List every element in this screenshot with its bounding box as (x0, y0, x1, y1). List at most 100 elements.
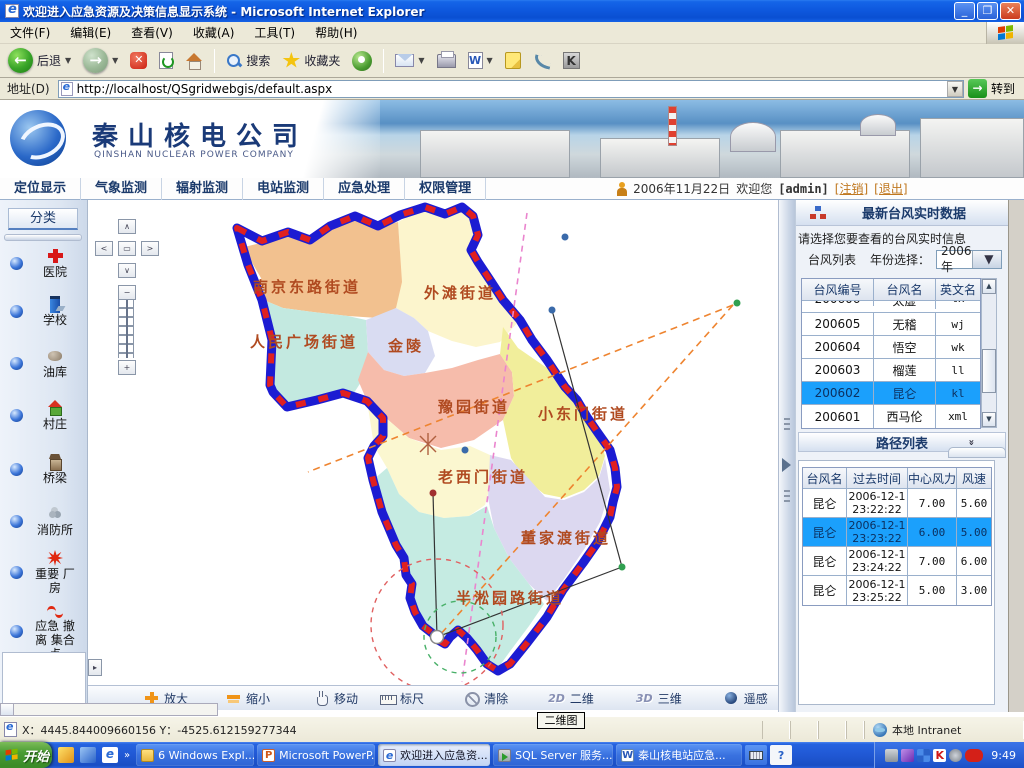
back-button[interactable]: ← 后退▼ (4, 46, 75, 75)
tray-antivirus-icon[interactable]: K (933, 749, 946, 762)
category-title[interactable]: 分类 (8, 208, 78, 230)
track-point[interactable] (562, 234, 569, 241)
year-select[interactable]: 2006年 ▼ (936, 250, 1002, 269)
collapse-panel-arrow[interactable] (782, 458, 791, 472)
toggle-sphere-icon[interactable] (10, 305, 23, 318)
typhoon-center-marker[interactable] (431, 631, 444, 644)
full-extent-button[interactable]: ▭ (118, 241, 136, 256)
tab-radiation[interactable]: 辐射监测 (162, 178, 243, 200)
pan-left-button[interactable]: < (95, 241, 113, 256)
search-button[interactable]: 搜索 (222, 50, 274, 71)
ime-help-button[interactable]: ? (770, 745, 792, 765)
logout-link[interactable]: [注销] (835, 180, 868, 197)
go-button[interactable]: → 转到 (968, 79, 1021, 98)
input-method-button[interactable] (745, 745, 767, 765)
toggle-sphere-icon[interactable] (10, 463, 23, 476)
toggle-sphere-icon[interactable] (10, 409, 23, 422)
refresh-button[interactable] (155, 50, 177, 71)
track-point[interactable] (734, 300, 741, 307)
track-point[interactable] (462, 447, 469, 454)
taskbar-window-sql-server[interactable]: SQL Server 服务... (493, 744, 613, 766)
table-row-selected[interactable]: 昆仑 2006-12-1 23:23:22 6.00 5.00 (803, 518, 991, 547)
table-row-selected[interactable]: 200602 昆仑 kl (802, 382, 980, 405)
tab-emergency[interactable]: 应急处理 (324, 178, 405, 200)
tray-volume-icon[interactable] (949, 749, 962, 762)
sidebar-expand-button[interactable]: ▸ (88, 659, 102, 676)
table-row[interactable]: 200606 太虚 tx (802, 301, 980, 313)
sidebar-item-school[interactable]: 学校 (0, 296, 88, 327)
track-point[interactable] (549, 307, 556, 314)
year-dropdown-icon[interactable]: ▼ (972, 251, 1001, 268)
track-point[interactable] (430, 490, 437, 497)
tray-sql-icon[interactable] (885, 749, 898, 762)
frame-horizontal-scrollbar[interactable] (0, 703, 218, 716)
scroll-thumb[interactable] (982, 349, 996, 393)
forward-button[interactable]: →▼ (79, 46, 122, 75)
pan-right-button[interactable]: > (141, 241, 159, 256)
messenger-button[interactable] (501, 50, 525, 71)
quick-launch-overflow-icon[interactable]: » (124, 750, 130, 761)
toggle-sphere-icon[interactable] (10, 257, 23, 270)
remote-sensing-tool[interactable]: 遥感 (724, 690, 768, 707)
research-button[interactable] (529, 52, 555, 70)
stop-button[interactable]: ✕ (126, 50, 151, 71)
antivirus-button[interactable]: K (559, 50, 584, 71)
menu-help[interactable]: 帮助(H) (305, 24, 367, 41)
table-row[interactable]: 200604 悟空 wk (802, 336, 980, 359)
tray-ati-icon[interactable] (965, 749, 983, 762)
sidebar-item-hospital[interactable]: 医院 (0, 248, 88, 279)
zoom-slider[interactable] (118, 300, 134, 358)
track-point[interactable] (619, 564, 626, 571)
toggle-sphere-icon[interactable] (10, 515, 23, 528)
close-button[interactable]: ✕ (1000, 2, 1021, 20)
scroll-up-icon[interactable]: ▲ (982, 279, 996, 294)
exit-link[interactable]: [退出] (874, 180, 907, 197)
tray-network-icon[interactable] (917, 749, 930, 762)
table-row[interactable]: 200605 无稽 wj (802, 313, 980, 336)
ruler-tool[interactable]: 标尺 (380, 690, 424, 707)
map-viewport[interactable]: 南京东路街道 外滩街道 人民广场街道 金陵 豫园街道 小东门街道 老西门街道 董… (88, 200, 778, 712)
minimize-button[interactable]: _ (954, 2, 975, 20)
start-button[interactable]: 开始 (0, 742, 52, 768)
sidebar-item-oil-depot[interactable]: 油库 (0, 348, 88, 379)
toggle-sphere-icon[interactable] (10, 357, 23, 370)
menu-favorites[interactable]: 收藏(A) (183, 24, 245, 41)
menu-tools[interactable]: 工具(T) (244, 24, 305, 41)
typhoon-table-scrollbar[interactable]: ▲ ▼ (981, 278, 997, 428)
home-button[interactable] (181, 51, 207, 71)
edit-word-button[interactable]: W▼ (464, 50, 497, 71)
toggle-sphere-icon[interactable] (10, 625, 23, 638)
sidebar-item-fire-station[interactable]: 消防所 (0, 506, 88, 537)
show-desktop-icon[interactable] (58, 747, 74, 763)
table-row[interactable]: 昆仑 2006-12-1 23:25:22 5.00 3.00 (803, 576, 991, 605)
taskbar-window-explorer-group[interactable]: 6 Windows Expl...▼ (136, 744, 254, 766)
sidebar-item-village[interactable]: 村庄 (0, 400, 88, 431)
menu-view[interactable]: 查看(V) (121, 24, 183, 41)
view-2d-tool[interactable]: 2D二维 (548, 690, 594, 707)
address-dropdown[interactable]: ▼ (947, 81, 963, 97)
print-button[interactable] (433, 52, 460, 70)
quick-launch-icon[interactable] (80, 747, 96, 763)
tab-station[interactable]: 电站监测 (243, 178, 324, 200)
horizontal-scroll-tab[interactable] (948, 447, 1006, 458)
menu-file[interactable]: 文件(F) (0, 24, 60, 41)
table-row[interactable]: 昆仑 2006-12-1 23:22:22 7.00 5.60 (803, 489, 991, 518)
taskbar-window-word[interactable]: W 秦山核电站应急... (616, 744, 742, 766)
taskbar-window-ie-active[interactable]: e 欢迎进入应急资... (378, 744, 490, 766)
pan-down-button[interactable]: ∨ (118, 263, 136, 278)
region-renminguangchang[interactable] (263, 301, 368, 407)
table-row[interactable]: 昆仑 2006-12-1 23:24:22 7.00 6.00 (803, 547, 991, 576)
sidebar-item-key-plant[interactable]: 重要 厂房 (0, 550, 88, 595)
district-map[interactable]: 南京东路街道 外滩街道 人民广场街道 金陵 豫园街道 小东门街道 老西门街道 董… (88, 200, 778, 685)
toggle-sphere-icon[interactable] (10, 566, 23, 579)
tab-positioning[interactable]: 定位显示 (0, 178, 81, 200)
address-input[interactable]: http://localhost/QSgridwebgis/default.as… (58, 80, 964, 98)
panel-splitter[interactable] (778, 200, 795, 712)
taskbar-window-powerpoint[interactable]: P Microsoft PowerP... (257, 744, 375, 766)
menu-edit[interactable]: 编辑(E) (60, 24, 121, 41)
restore-button[interactable]: ❐ (977, 2, 998, 20)
sidebar-item-bridge[interactable]: 桥梁 (0, 454, 88, 485)
ie-quick-launch-icon[interactable]: e (102, 747, 118, 763)
table-row[interactable]: 200603 榴莲 ll (802, 359, 980, 382)
view-3d-tool[interactable]: 3D三维 (636, 690, 682, 707)
